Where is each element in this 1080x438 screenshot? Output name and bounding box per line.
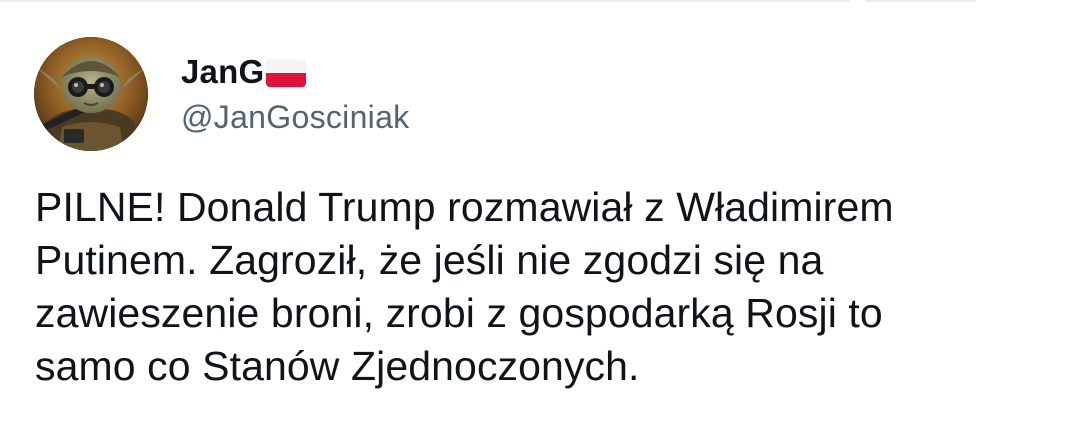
tweet-text-line: samo co Stanów Zjednoczonych. [35, 343, 640, 389]
avatar[interactable] [34, 37, 148, 151]
top-divider-right [866, 0, 976, 2]
author-name-row[interactable]: JanG [181, 50, 307, 94]
author-handle[interactable]: @JanGosciniak [181, 96, 409, 138]
poland-flag-icon [266, 59, 307, 87]
author-display-name[interactable]: JanG [181, 50, 264, 94]
top-divider-left [0, 0, 850, 2]
tweet-text: PILNE! Donald Trump rozmawiał z Władimir… [35, 181, 1065, 393]
tweet-text-line: zawieszenie broni, zrobi z gospodarką Ro… [35, 290, 883, 336]
avatar-armored-figure-icon [34, 37, 148, 151]
tweet-text-line: Putinem. Zagroził, że jeśli nie zgodzi s… [35, 237, 824, 283]
tweet-text-line: PILNE! Donald Trump rozmawiał z Władimir… [35, 184, 894, 230]
